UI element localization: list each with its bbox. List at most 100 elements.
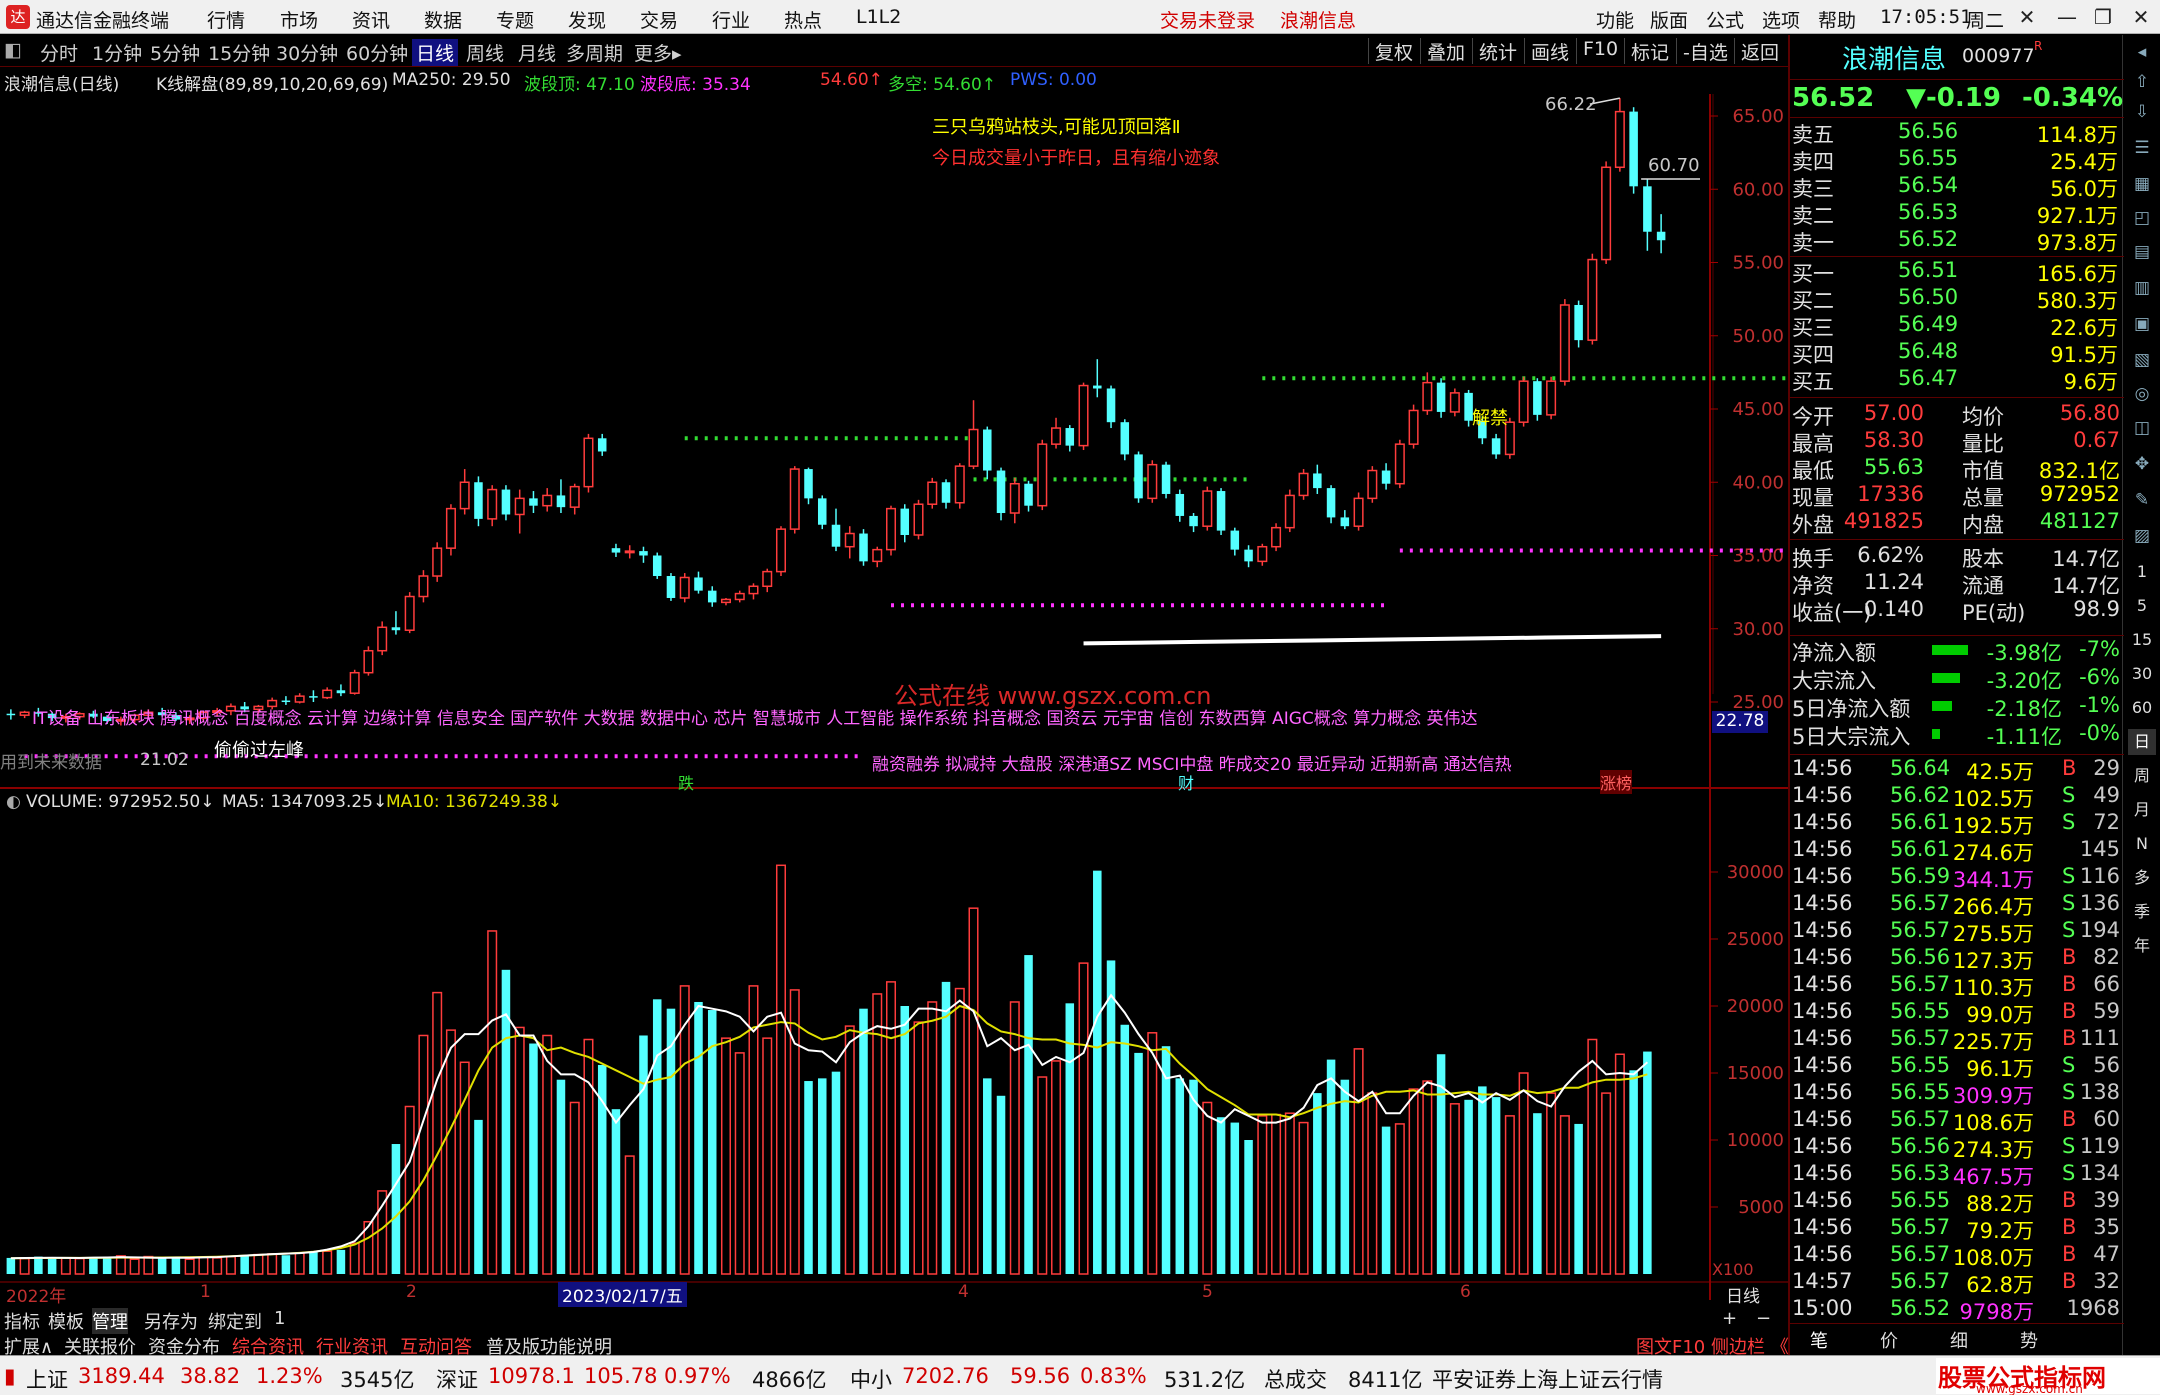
- f10-icon[interactable]: ▥: [2128, 275, 2156, 301]
- f10-button[interactable]: F10: [1576, 38, 1624, 64]
- tab-60min[interactable]: 60分钟: [346, 39, 408, 66]
- draw-button[interactable]: 画线: [1524, 38, 1575, 64]
- restore-icon[interactable]: ❐: [2088, 4, 2118, 30]
- fs-icon[interactable]: ▨: [2128, 523, 2156, 549]
- menu-function[interactable]: 功能: [1596, 6, 1634, 33]
- period-n-button[interactable]: N: [2128, 831, 2156, 857]
- trade-login-status[interactable]: 交易未登录: [1160, 6, 1255, 33]
- zoom-out-button[interactable]: −: [1756, 1308, 1771, 1329]
- volume-bar-up: [267, 1253, 278, 1275]
- menu-help[interactable]: 帮助: [1818, 6, 1856, 33]
- menu-quote[interactable]: 行情: [207, 6, 245, 33]
- tab-save-as[interactable]: 另存为: [144, 1308, 198, 1334]
- period-year-button[interactable]: 年: [2128, 933, 2156, 959]
- doc-icon[interactable]: ▣: [2128, 311, 2156, 337]
- tab-trend[interactable]: 势: [2020, 1327, 2038, 1353]
- pencil-icon[interactable]: ✎: [2128, 487, 2156, 513]
- stats-button[interactable]: 统计: [1472, 38, 1523, 64]
- tick-time: 14:56: [1792, 837, 1853, 861]
- tab-trades[interactable]: 笔: [1810, 1327, 1828, 1353]
- volume-panel-icon[interactable]: ◐: [6, 792, 21, 812]
- tab-detail[interactable]: 细: [1950, 1327, 1968, 1353]
- arrow-up-icon[interactable]: ⇧: [2128, 69, 2156, 95]
- mark-button[interactable]: 标记: [1624, 38, 1675, 64]
- tab-indicator[interactable]: 指标: [4, 1308, 40, 1334]
- overlay-button[interactable]: 叠加: [1420, 38, 1471, 64]
- tab-price[interactable]: 价: [1880, 1327, 1898, 1353]
- tick-time: 14:56: [1792, 1215, 1853, 1239]
- tab-15min[interactable]: 15分钟: [208, 39, 270, 66]
- menu-options[interactable]: 选项: [1762, 6, 1800, 33]
- period-multi-button[interactable]: 多: [2128, 865, 2156, 891]
- calendar-icon[interactable]: ▧: [2128, 347, 2156, 373]
- period-day-button[interactable]: 日: [2128, 729, 2156, 755]
- tick-volume: 79.2万: [1966, 1219, 2034, 1243]
- tab-30min[interactable]: 30分钟: [276, 39, 338, 66]
- move-icon[interactable]: ✥: [2128, 451, 2156, 477]
- watchlist-button[interactable]: -自选: [1676, 38, 1734, 64]
- concept-tags-row1[interactable]: IT设备 山东板块 腾讯概念 百度概念 云计算 边缘计算 信息安全 国产软件 大…: [32, 704, 1532, 729]
- close-icon[interactable]: ✕: [2012, 4, 2042, 30]
- chart-icon[interactable]: ◰: [2128, 205, 2156, 231]
- menu-discover[interactable]: 发现: [568, 6, 606, 33]
- event-marker-finance[interactable]: 财: [1178, 770, 1194, 794]
- tab-template[interactable]: 模板: [48, 1308, 84, 1334]
- period-15-button[interactable]: 15: [2128, 627, 2156, 653]
- rsi-icon[interactable]: ◫: [2128, 415, 2156, 441]
- table-icon[interactable]: ▤: [2128, 239, 2156, 265]
- tab-monthly[interactable]: 月线: [518, 39, 556, 66]
- menu-trade[interactable]: 交易: [640, 6, 678, 33]
- tab-5min[interactable]: 5分钟: [150, 39, 200, 66]
- collapse-icon[interactable]: ◧: [4, 39, 22, 61]
- fund-value: 0.140: [1863, 597, 1924, 621]
- period-week-button[interactable]: 周: [2128, 763, 2156, 789]
- menu-topic[interactable]: 专题: [496, 6, 534, 33]
- tab-multi-period[interactable]: 多周期: [566, 39, 623, 66]
- period-60-button[interactable]: 60: [2128, 695, 2156, 721]
- tab-manage[interactable]: 管理: [92, 1308, 128, 1334]
- zx-name[interactable]: 中小: [850, 1364, 892, 1394]
- close-window-icon[interactable]: ✕: [2126, 4, 2156, 30]
- volume-bar-down: [1478, 1086, 1487, 1274]
- arrow-down-icon[interactable]: ⇩: [2128, 99, 2156, 125]
- sz-name[interactable]: 深证: [436, 1364, 478, 1394]
- menu-hot[interactable]: 热点: [784, 6, 822, 33]
- tab-bind-to[interactable]: 绑定到: [208, 1308, 262, 1334]
- target-icon[interactable]: ◎: [2128, 381, 2156, 407]
- list-icon[interactable]: ☰: [2128, 135, 2156, 161]
- zoom-in-button[interactable]: +: [1722, 1308, 1737, 1329]
- grid-icon[interactable]: ▦: [2128, 171, 2156, 197]
- period-season-button[interactable]: 季: [2128, 899, 2156, 925]
- minimize-icon[interactable]: —: [2052, 4, 2082, 30]
- tab-weekly[interactable]: 周线: [466, 39, 504, 66]
- period-month-button[interactable]: 月: [2128, 797, 2156, 823]
- candle-body-up: [1353, 497, 1364, 527]
- menu-industry[interactable]: 行业: [712, 6, 750, 33]
- event-marker-fall[interactable]: 跌: [678, 770, 694, 794]
- flow-pct: -7%: [2079, 637, 2120, 661]
- menu-layout[interactable]: 版面: [1650, 6, 1688, 33]
- tick-volume: 110.3万: [1952, 976, 2034, 1000]
- tick-row: 14:56 56.55 99.0万 B 59: [1790, 999, 2124, 1027]
- menu-l1l2[interactable]: L1L2: [856, 6, 901, 28]
- tab-more[interactable]: 更多▸: [634, 39, 682, 66]
- tab-timeshare[interactable]: 分时: [40, 39, 78, 66]
- tick-list[interactable]: 14:56 56.64 42.5万 B 29 14:56 56.62 102.5万 S 49 14:…: [1790, 754, 2124, 1324]
- tab-1min[interactable]: 1分钟: [92, 39, 142, 66]
- period-5-button[interactable]: 5: [2128, 593, 2156, 619]
- tab-one[interactable]: 1: [274, 1308, 285, 1329]
- menu-market[interactable]: 市场: [280, 6, 318, 33]
- period-1-button[interactable]: 1: [2128, 559, 2156, 585]
- tab-daily[interactable]: 日线: [412, 39, 459, 66]
- menu-news[interactable]: 资讯: [352, 6, 390, 33]
- back-button[interactable]: 返回: [1734, 38, 1785, 64]
- period-30-button[interactable]: 30: [2128, 661, 2156, 687]
- event-marker-rise-list[interactable]: 涨榜: [1600, 770, 1633, 794]
- collapse-icon[interactable]: ◂: [2128, 39, 2156, 65]
- adjust-button[interactable]: 复权: [1368, 38, 1419, 64]
- sh-name[interactable]: 上证: [26, 1364, 68, 1394]
- menu-formula[interactable]: 公式: [1706, 6, 1744, 33]
- tick-row: 14:56 56.55 309.9万 S 138: [1790, 1080, 2124, 1108]
- indicator-name[interactable]: K线解盘(89,89,10,20,69,69): [156, 70, 388, 95]
- menu-data[interactable]: 数据: [424, 6, 462, 33]
